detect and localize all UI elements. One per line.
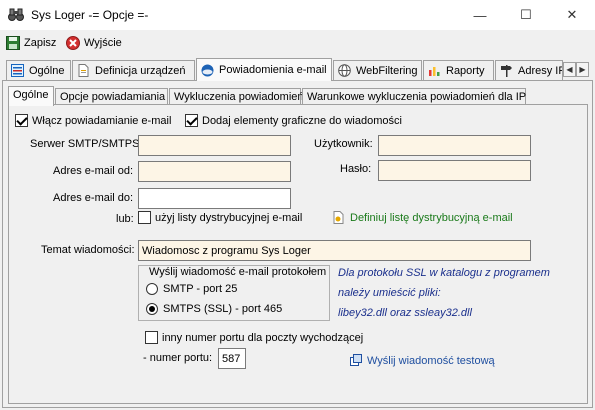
email-icon <box>201 64 214 76</box>
tab-reports-label: Raporty <box>446 64 485 77</box>
define-dist-list-link[interactable]: Definiuj listę dystrybucyjną e-mail <box>333 211 513 224</box>
tab-ip-addresses[interactable]: Adresy IP <box>495 60 563 80</box>
document-icon <box>78 64 89 77</box>
close-window-button[interactable]: ✕ <box>549 0 595 30</box>
port-number-input[interactable] <box>218 348 246 369</box>
tab-webfiltering-label: WebFiltering <box>356 64 418 77</box>
tab-email-notifications-label: Powiadomienia e-mail <box>219 64 327 76</box>
title-bar: Sys Loger -= Opcje =- — ☐ ✕ <box>0 0 595 30</box>
to-label: Adres e-mail do: <box>53 192 134 204</box>
ssl-info-line3: libey32.dll oraz ssleay32.dll <box>338 307 472 319</box>
tab-scroll-arrows: ◀ ▶ <box>563 62 589 77</box>
main-tab-strip: Ogólne Definicja urządzeń Powiadomienia … <box>0 58 595 81</box>
save-button[interactable]: Zapisz <box>6 34 56 52</box>
add-graphics-label: Dodaj elementy graficzne do wiadomości <box>202 114 402 127</box>
password-input[interactable] <box>378 160 531 181</box>
tab-device-definition[interactable]: Definicja urządzeń <box>72 60 195 80</box>
subject-label: Temat wiadomości: <box>41 244 135 256</box>
binoculars-icon <box>8 8 24 21</box>
chevron-right-icon: ▶ <box>579 65 586 74</box>
checkbox-box[interactable] <box>138 211 151 224</box>
minimize-icon: — <box>473 7 487 23</box>
define-dist-list-label: Definiuj listę dystrybucyjną e-mail <box>350 211 513 224</box>
protocol-smtp-label: SMTP - port 25 <box>163 283 238 295</box>
protocol-smtps-radio[interactable]: SMTPS (SSL) - port 465 <box>146 303 282 315</box>
save-label: Zapisz <box>24 37 57 49</box>
user-input[interactable] <box>378 135 531 156</box>
close-circle-icon <box>66 36 80 50</box>
tab-ip-addresses-label: Adresy IP <box>518 64 563 77</box>
maximize-icon: ☐ <box>520 7 532 22</box>
toolbar: Zapisz Wyjście <box>0 30 595 56</box>
to-email-input[interactable] <box>138 188 291 209</box>
subtab-conditional-ip-exclusions[interactable]: Warunkowe wykluczenia powiadomień dla IP <box>302 88 526 105</box>
radio-circle[interactable] <box>146 303 158 315</box>
chart-icon <box>429 67 440 76</box>
send-mail-icon <box>350 354 362 366</box>
tab-reports[interactable]: Raporty <box>423 60 494 80</box>
subtab-notification-exclusions[interactable]: Wykluczenia powiadomień <box>169 88 304 105</box>
signpost-icon <box>501 65 512 77</box>
maximize-button[interactable]: ☐ <box>503 0 549 30</box>
add-graphics-checkbox[interactable]: Dodaj elementy graficzne do wiadomości <box>185 114 402 127</box>
smtp-server-label: Serwer SMTP/SMTPS: <box>30 138 143 150</box>
from-label: Adres e-mail od: <box>53 165 134 177</box>
chevron-left-icon: ◀ <box>566 65 573 74</box>
user-label: Użytkownik: <box>314 138 373 150</box>
smtp-server-input[interactable] <box>138 135 291 156</box>
document-edit-icon <box>333 211 344 224</box>
use-dist-list-label: użyj listy dystrybucyjnej e-mail <box>155 211 303 224</box>
other-port-label: inny numer portu dla poczty wychodzącej <box>162 331 364 344</box>
globe-icon <box>338 64 351 77</box>
tab-general[interactable]: Ogólne <box>6 60 71 80</box>
subtab-general[interactable]: Ogólne <box>8 86 54 106</box>
minimize-button[interactable]: — <box>457 0 503 30</box>
settings-list-icon <box>11 64 24 77</box>
exit-button[interactable]: Wyjście <box>66 34 122 52</box>
send-test-email-label: Wyślij wiadomość testową <box>367 354 495 367</box>
subtab-notification-options[interactable]: Opcje powiadamiania <box>55 88 168 105</box>
radio-circle[interactable] <box>146 283 158 295</box>
other-port-checkbox[interactable]: inny numer portu dla poczty wychodzącej <box>145 331 363 344</box>
protocol-smtps-label: SMTPS (SSL) - port 465 <box>163 303 283 315</box>
checkbox-box[interactable] <box>185 114 198 127</box>
tab-general-label: Ogólne <box>29 64 65 77</box>
port-number-label: - numer portu: <box>143 352 213 364</box>
ssl-info-line2: należy umieścić pliki: <box>338 287 441 299</box>
enable-email-checkbox[interactable]: Włącz powiadamianie e-mail <box>15 114 171 127</box>
password-label: Hasło: <box>340 163 372 175</box>
tab-webfiltering[interactable]: WebFiltering <box>333 60 422 80</box>
tab-scroll-right-button[interactable]: ▶ <box>576 62 589 77</box>
close-icon: ✕ <box>566 7 578 22</box>
tab-device-definition-label: Definicja urządzeń <box>95 64 186 77</box>
tab-scroll-left-button[interactable]: ◀ <box>563 62 576 77</box>
or-label: lub: <box>116 213 134 225</box>
enable-email-label: Włącz powiadamianie e-mail <box>32 114 172 127</box>
from-email-input[interactable] <box>138 161 291 182</box>
checkbox-box[interactable] <box>145 331 158 344</box>
exit-label: Wyjście <box>84 37 122 49</box>
protocol-group-title: Wyślij wiadomość e-mail protokołem <box>146 266 330 278</box>
send-test-email-link[interactable]: Wyślij wiadomość testową <box>350 354 495 367</box>
use-dist-list-checkbox[interactable]: użyj listy dystrybucyjnej e-mail <box>138 211 302 224</box>
tab-email-notifications[interactable]: Powiadomienia e-mail <box>196 58 332 81</box>
protocol-smtp-radio[interactable]: SMTP - port 25 <box>146 283 237 295</box>
checkbox-box[interactable] <box>15 114 28 127</box>
window-title: Sys Loger -= Opcje =- <box>31 8 149 22</box>
subject-input[interactable] <box>138 240 531 261</box>
ssl-info-line1: Dla protokołu SSL w katalogu z programem <box>338 267 550 279</box>
floppy-disk-icon <box>6 36 20 50</box>
